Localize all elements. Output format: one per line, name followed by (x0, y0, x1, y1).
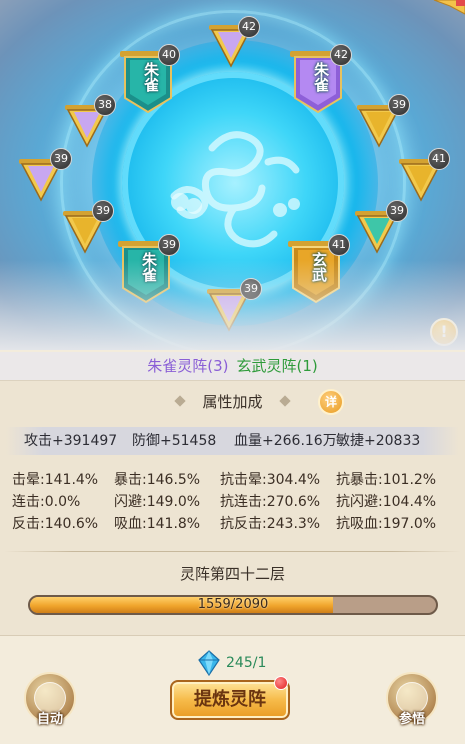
array-layer-title: 灵阵第四十二层 (179, 565, 285, 583)
array-banner-left-1[interactable]: 38 (64, 94, 116, 148)
banner-glyph: 朱雀 (312, 62, 330, 92)
stat-combo-resist: 抗连击:270.6% (220, 494, 321, 510)
attribute-panel: 属性加成 详 攻击+391497 防御+51458 血量+266.16万 敏捷+… (0, 380, 465, 636)
stat-row-1: 击晕:141.4% 暴击:146.5% 抗击晕:304.4% 抗暴击:101.2… (12, 469, 462, 491)
layer-progress-bar: 1559/2090 (28, 595, 438, 615)
insight-button-label: 参悟 (398, 712, 425, 727)
corner-ribbon-icon[interactable] (430, 0, 465, 18)
stat-dodge: 闪避:149.0% (114, 494, 201, 510)
array-banner-right-2[interactable]: 41 (398, 148, 450, 202)
stat-stun-resist: 抗击晕:304.4% (220, 472, 321, 488)
banner-glyph: 朱雀 (142, 62, 160, 92)
stat-row-3: 反击:140.6% 吸血:141.8% 抗反击:243.3% 抗吸血:197.0… (12, 513, 462, 535)
banner-level-badge: 39 (388, 94, 410, 116)
banner-level-badge: 39 (92, 200, 114, 222)
refine-array-button[interactable]: 提炼灵阵 (170, 680, 290, 720)
banner-level-badge: 41 (428, 148, 450, 170)
array-banner-left-2[interactable]: 39 (18, 148, 72, 202)
insight-button[interactable]: 参悟 (386, 672, 438, 727)
spirit-array-scene: 42 朱雀 40 朱雀 42 38 39 39 41 39 39 39 41 (0, 0, 465, 350)
stat-row-2: 连击:0.0% 闪避:149.0% 抗连击:270.6% 抗闪避:104.4% (12, 491, 462, 513)
attack-total: 攻击+391497 (24, 433, 118, 449)
array-banner-right-1[interactable]: 39 (356, 94, 410, 148)
banner-level-badge: 38 (94, 94, 116, 116)
zhuque-array-count: 朱雀灵阵(3) (147, 357, 229, 375)
stat-combo: 连击:0.0% (12, 494, 81, 510)
banner-level-badge: 42 (238, 16, 260, 38)
array-summary: 朱雀灵阵(3) 玄武灵阵(1) (0, 352, 465, 380)
banner-level-badge: 39 (158, 234, 180, 256)
stat-counter-resist: 抗反击:243.3% (220, 516, 321, 532)
hp-total: 血量+266.16万 (234, 433, 337, 449)
diamond-ornament-icon (174, 395, 187, 407)
stat-lifesteal-resist: 抗吸血:197.0% (336, 516, 437, 532)
stat-stun: 击晕:141.4% (12, 472, 99, 488)
array-banner-right-3[interactable]: 39 (354, 200, 408, 254)
spirit-crystal-icon (198, 650, 220, 676)
layer-progress-text: 1559/2090 (197, 597, 269, 612)
banner-level-badge: 39 (386, 200, 408, 222)
total-stats-bar: 攻击+391497 防御+51458 血量+266.16万 敏捷+20833 (6, 427, 459, 455)
section-divider (4, 551, 461, 552)
scene-bottom-fade (0, 260, 465, 350)
diamond-ornament-icon (278, 395, 291, 407)
defense-total: 防御+51458 (132, 433, 217, 449)
banner-level-badge: 42 (330, 44, 352, 66)
stat-dodge-resist: 抗闪避:104.4% (336, 494, 437, 510)
attribute-bonus-title: 属性加成 (202, 393, 263, 411)
banner-level-badge: 39 (50, 148, 72, 170)
notification-dot-icon (274, 676, 288, 690)
banner-level-badge: 40 (158, 44, 180, 66)
bottom-action-bar: 245/1 自动 提炼灵阵 参悟 (0, 636, 465, 744)
array-banner-left-3[interactable]: 39 (62, 200, 114, 254)
array-banner-zhuque-upper-left[interactable]: 朱雀 40 (120, 44, 180, 114)
agility-total: 敏捷+20833 (336, 433, 421, 449)
stat-crit: 暴击:146.5% (114, 472, 201, 488)
auto-button[interactable]: 自动 (24, 672, 76, 727)
banner-level-badge: 41 (328, 234, 350, 256)
crystal-count: 245/1 (226, 655, 267, 671)
array-banner-top[interactable]: 42 (208, 16, 260, 68)
attribute-bonus-header: 属性加成 (0, 387, 465, 417)
xuanwu-array-count: 玄武灵阵(1) (236, 357, 318, 375)
auto-button-label: 自动 (36, 712, 63, 727)
stat-counter: 反击:140.6% (12, 516, 99, 532)
detail-button[interactable]: 详 (318, 389, 344, 415)
array-banner-zhuque-upper-right[interactable]: 朱雀 42 (290, 44, 352, 114)
stat-crit-resist: 抗暴击:101.2% (336, 472, 437, 488)
stat-lifesteal: 吸血:141.8% (114, 516, 201, 532)
